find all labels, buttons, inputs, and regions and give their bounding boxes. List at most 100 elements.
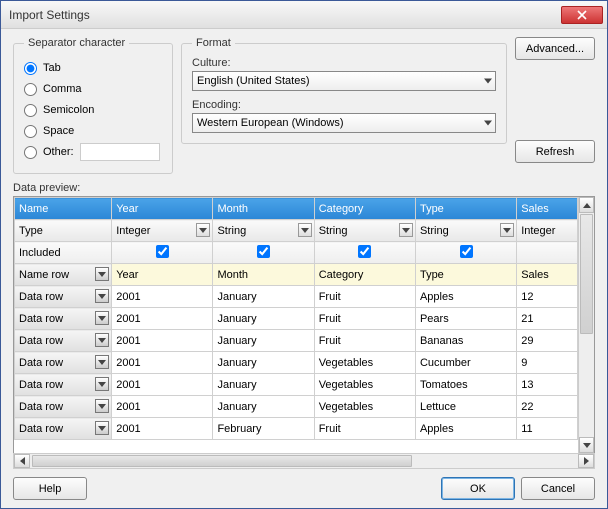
col-header-4[interactable]: Type [415,198,516,220]
data-cell[interactable]: Fruit [314,308,415,330]
chevron-down-icon[interactable] [95,421,109,435]
rowtype-cell[interactable]: Data row [15,352,112,374]
data-cell[interactable]: Vegetables [314,374,415,396]
close-button[interactable] [561,6,603,24]
help-button[interactable]: Help [13,477,87,500]
col-header-0[interactable]: Name [15,198,112,220]
included-cell-4[interactable] [415,242,516,264]
chevron-down-icon[interactable] [196,223,210,237]
chevron-down-icon[interactable] [399,223,413,237]
chevron-down-icon[interactable] [500,223,514,237]
chevron-down-icon[interactable] [95,333,109,347]
radio-space[interactable]: Space [24,121,162,141]
scroll-left-button[interactable] [14,454,30,468]
col-header-1[interactable]: Year [112,198,213,220]
chevron-down-icon[interactable] [95,355,109,369]
included-cell-1[interactable] [112,242,213,264]
included-checkbox-2[interactable] [257,245,270,258]
scroll-up-button[interactable] [579,197,594,213]
data-cell[interactable]: Tomatoes [415,374,516,396]
rowtype-cell[interactable]: Data row [15,286,112,308]
ok-button[interactable]: OK [441,477,515,500]
data-cell[interactable]: 13 [517,374,578,396]
chevron-down-icon[interactable] [95,267,109,281]
data-cell[interactable]: 2001 [112,352,213,374]
rowtype-cell[interactable]: Data row [15,330,112,352]
refresh-button[interactable]: Refresh [515,140,595,163]
radio-tab[interactable]: Tab [24,58,162,78]
data-cell[interactable]: January [213,308,314,330]
included-checkbox-1[interactable] [156,245,169,258]
data-cell[interactable]: January [213,330,314,352]
cancel-button[interactable]: Cancel [521,477,595,500]
data-cell[interactable]: 29 [517,330,578,352]
data-cell[interactable]: 12 [517,286,578,308]
radio-space-input[interactable] [24,125,37,138]
data-cell[interactable]: January [213,374,314,396]
advanced-button[interactable]: Advanced... [515,37,595,60]
hscroll-thumb[interactable] [32,455,412,467]
chevron-down-icon[interactable] [95,399,109,413]
radio-other[interactable]: Other: [24,142,162,162]
included-cell-2[interactable] [213,242,314,264]
data-cell[interactable]: Pears [415,308,516,330]
col-header-5[interactable]: Sales [517,198,578,220]
grid-body[interactable]: Name Year Month Category Type Sales Type… [14,197,578,453]
included-cell-5[interactable] [517,242,578,264]
data-cell[interactable]: February [213,418,314,440]
data-cell[interactable]: Year [112,264,213,286]
rowtype-cell[interactable]: Data row [15,396,112,418]
data-cell[interactable]: January [213,352,314,374]
data-cell[interactable]: Fruit [314,418,415,440]
scroll-down-button[interactable] [579,437,594,453]
data-cell[interactable]: 21 [517,308,578,330]
data-cell[interactable]: Month [213,264,314,286]
data-cell[interactable]: Vegetables [314,396,415,418]
data-cell[interactable]: January [213,286,314,308]
culture-combo[interactable]: English (United States) [192,71,496,91]
type-cell-4[interactable]: String [415,220,516,242]
data-cell[interactable]: Type [415,264,516,286]
data-cell[interactable]: Apples [415,418,516,440]
radio-tab-input[interactable] [24,62,37,75]
rowtype-cell[interactable]: Data row [15,418,112,440]
col-header-3[interactable]: Category [314,198,415,220]
other-separator-input[interactable] [80,143,160,161]
horizontal-scrollbar[interactable] [13,453,595,469]
col-header-2[interactable]: Month [213,198,314,220]
chevron-down-icon[interactable] [95,289,109,303]
radio-semicolon[interactable]: Semicolon [24,100,162,120]
type-cell-3[interactable]: String [314,220,415,242]
rowtype-cell[interactable]: Name row [15,264,112,286]
data-cell[interactable]: 2001 [112,418,213,440]
included-cell-3[interactable] [314,242,415,264]
included-checkbox-3[interactable] [358,245,371,258]
data-cell[interactable]: Fruit [314,286,415,308]
chevron-down-icon[interactable] [298,223,312,237]
hscroll-track[interactable] [30,454,578,468]
chevron-down-icon[interactable] [95,377,109,391]
radio-semicolon-input[interactable] [24,104,37,117]
data-cell[interactable]: Vegetables [314,352,415,374]
data-cell[interactable]: 2001 [112,286,213,308]
radio-comma-input[interactable] [24,83,37,96]
vscroll-thumb[interactable] [580,214,593,334]
data-cell[interactable]: 11 [517,418,578,440]
type-cell-1[interactable]: Integer [112,220,213,242]
data-cell[interactable]: January [213,396,314,418]
type-cell-5[interactable]: Integer [517,220,578,242]
rowtype-cell[interactable]: Data row [15,308,112,330]
radio-other-input[interactable] [24,146,37,159]
scroll-right-button[interactable] [578,454,594,468]
data-cell[interactable]: 2001 [112,374,213,396]
data-cell[interactable]: Lettuce [415,396,516,418]
vertical-scrollbar[interactable] [578,197,594,453]
data-cell[interactable]: Bananas [415,330,516,352]
data-cell[interactable]: Apples [415,286,516,308]
data-cell[interactable]: 2001 [112,308,213,330]
chevron-down-icon[interactable] [95,311,109,325]
data-cell[interactable]: 9 [517,352,578,374]
data-cell[interactable]: Sales [517,264,578,286]
radio-comma[interactable]: Comma [24,79,162,99]
data-cell[interactable]: Fruit [314,330,415,352]
